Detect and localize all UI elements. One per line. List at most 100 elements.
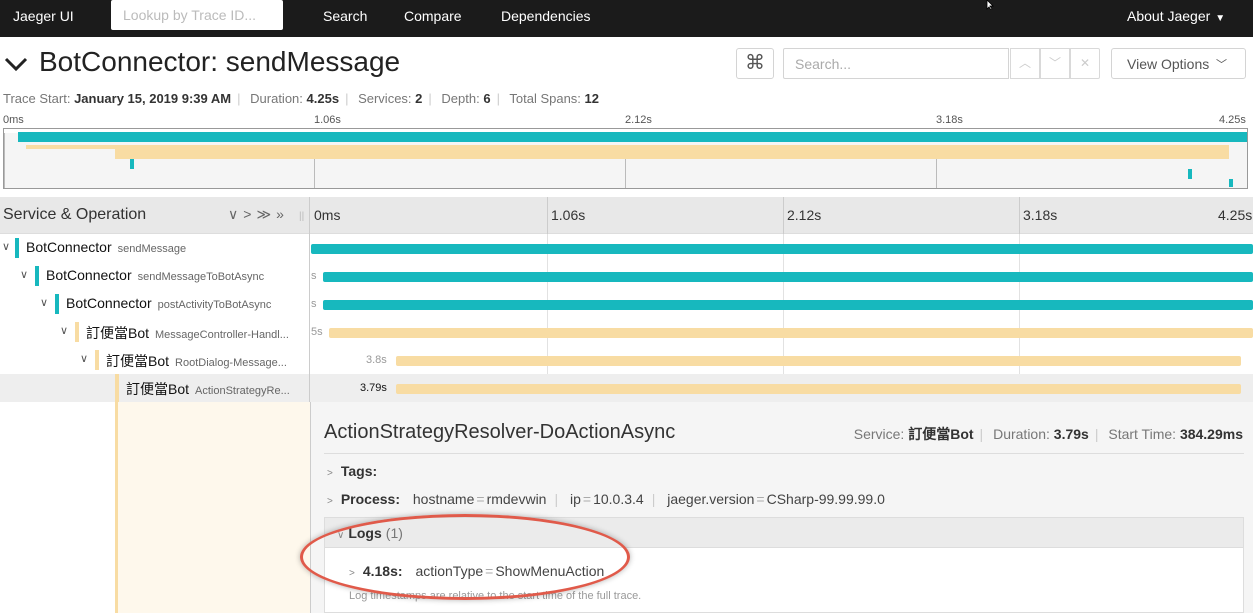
trace-id-lookup-input[interactable]: Lookup by Trace ID... bbox=[111, 0, 283, 30]
divider bbox=[324, 453, 1244, 454]
service-name: 訂便當Bot bbox=[86, 325, 150, 341]
total-spans-value: 12 bbox=[584, 91, 600, 106]
nav-compare-link[interactable]: Compare bbox=[404, 8, 462, 24]
keyboard-shortcuts-button[interactable]: ⌘ bbox=[736, 48, 774, 79]
start-time-value: 384.29ms bbox=[1179, 426, 1243, 442]
span-row[interactable]: ∨ BotConnector sendMessageToBotAsync s bbox=[0, 262, 1253, 290]
chevron-down-icon[interactable]: ∨ bbox=[20, 268, 28, 281]
about-label: About Jaeger bbox=[1127, 8, 1211, 24]
service-label: Service: bbox=[853, 426, 905, 442]
minimap-tick: 3.18s bbox=[936, 114, 963, 126]
chevron-down-icon[interactable]: ∨ bbox=[60, 324, 68, 337]
span-bar[interactable] bbox=[311, 244, 1253, 254]
trace-meta: Trace Start: January 15, 2019 9:39 AM | D… bbox=[3, 91, 599, 106]
process-tags: hostname = rmdevwin | ip = 10.0.3.4 | jaeger.v… bbox=[413, 491, 885, 507]
chevron-up-icon: ︿ bbox=[1018, 56, 1031, 70]
nav-dependencies-link[interactable]: Dependencies bbox=[501, 8, 591, 24]
timeline-tick: 4.25s bbox=[1218, 207, 1253, 223]
minimap-span-mark bbox=[1229, 179, 1233, 187]
view-options-dropdown[interactable]: View Options ﹀ bbox=[1111, 48, 1246, 79]
minimap-tick: 1.06s bbox=[314, 114, 341, 126]
top-nav: Jaeger UI Lookup by Trace ID... Search C… bbox=[0, 0, 1253, 37]
expand-collapse-controls: ∨>≫» bbox=[228, 206, 289, 223]
minimap-span-mark bbox=[130, 159, 134, 169]
services-value: 2 bbox=[415, 91, 423, 106]
timeline-tick: 1.06s bbox=[551, 207, 586, 223]
tags-section-toggle[interactable]: > Tags: bbox=[327, 463, 386, 479]
trace-minimap[interactable] bbox=[3, 128, 1248, 189]
mouse-cursor-icon bbox=[986, 0, 994, 10]
clear-search-button[interactable]: ✕ bbox=[1070, 48, 1100, 79]
tags-label: Tags: bbox=[340, 463, 378, 479]
equals-sign: = bbox=[476, 491, 485, 507]
brand-link[interactable]: Jaeger UI bbox=[13, 8, 74, 24]
service-operation-heading: Service & Operation bbox=[3, 206, 147, 223]
command-key-icon: ⌘ bbox=[745, 52, 765, 74]
span-meta: Service: 訂便當Bot | Duration: 3.79s | Start … bbox=[854, 424, 1243, 444]
timeline-tickline bbox=[1019, 197, 1020, 234]
span-row[interactable]: ∨ BotConnector postActivityToBotAsync s bbox=[0, 290, 1253, 318]
span-bar[interactable] bbox=[323, 300, 1253, 310]
expand-one-icon[interactable]: > bbox=[243, 206, 256, 222]
timeline-header: Service & Operation ∨>≫» || 0ms 1.06s 2.… bbox=[0, 197, 1253, 234]
service-name: BotConnector bbox=[26, 239, 112, 255]
about-jaeger-menu[interactable]: About Jaeger ▼ bbox=[1127, 8, 1225, 24]
span-name[interactable]: 訂便當Bot ActionStrategyRe... bbox=[126, 379, 290, 399]
span-name[interactable]: 訂便當Bot MessageController-Handl... bbox=[86, 323, 289, 343]
chevron-down-icon: ▼ bbox=[1215, 13, 1226, 24]
span-row[interactable]: ∨ BotConnector sendMessage bbox=[0, 234, 1253, 262]
span-duration-label: s bbox=[311, 298, 317, 310]
column-divider bbox=[309, 374, 310, 402]
column-divider bbox=[309, 318, 310, 346]
span-duration-label: 5s bbox=[311, 326, 323, 338]
divider: | bbox=[237, 91, 241, 106]
span-duration-label: 3.79s bbox=[360, 382, 387, 394]
span-bar[interactable] bbox=[329, 328, 1253, 338]
service-color-bar bbox=[15, 238, 19, 258]
column-divider[interactable] bbox=[309, 197, 310, 234]
chevron-right-icon: > bbox=[327, 496, 333, 507]
span-name[interactable]: BotConnector postActivityToBotAsync bbox=[66, 295, 271, 311]
timeline-tick: 2.12s bbox=[787, 207, 822, 223]
process-section-toggle[interactable]: > Process: hostname = rmdevwin | ip = 10.0.3.4… bbox=[327, 491, 885, 507]
service-name: BotConnector bbox=[46, 267, 132, 283]
span-bar[interactable] bbox=[396, 384, 1241, 394]
span-row[interactable]: ∨ 訂便當Bot RootDialog-Message... 3.8s bbox=[0, 346, 1253, 374]
service-name: BotConnector bbox=[66, 295, 152, 311]
expand-all-icon[interactable]: » bbox=[276, 206, 289, 222]
prev-result-button[interactable]: ︿ bbox=[1010, 48, 1040, 79]
collapse-one-icon[interactable]: ∨ bbox=[228, 206, 243, 222]
operation-name: MessageController-Handl... bbox=[155, 329, 289, 341]
operation-name: sendMessageToBotAsync bbox=[137, 271, 265, 283]
collapse-trace-icon[interactable] bbox=[4, 54, 28, 74]
depth-value: 6 bbox=[483, 91, 491, 106]
chevron-down-icon: ﹀ bbox=[1048, 56, 1061, 70]
collapse-all-icon[interactable]: ≫ bbox=[256, 206, 276, 222]
span-name[interactable]: BotConnector sendMessageToBotAsync bbox=[46, 267, 264, 283]
span-bar[interactable] bbox=[396, 356, 1241, 366]
tag-value: rmdevwin bbox=[486, 491, 547, 507]
span-search-input[interactable]: Search... bbox=[783, 48, 1009, 79]
chevron-down-icon[interactable]: ∨ bbox=[2, 240, 10, 253]
tag-key: hostname bbox=[412, 491, 475, 507]
chevron-down-icon[interactable]: ∨ bbox=[80, 352, 88, 365]
next-result-button[interactable]: ﹀ bbox=[1040, 48, 1070, 79]
span-row[interactable]: ∨ 訂便當Bot MessageController-Handl... 5s bbox=[0, 318, 1253, 346]
service-color-bar bbox=[55, 294, 59, 314]
span-name[interactable]: 訂便當Bot RootDialog-Message... bbox=[106, 351, 287, 371]
column-resize-handle[interactable]: || bbox=[299, 211, 304, 222]
divider: | bbox=[651, 491, 656, 507]
nav-search-link[interactable]: Search bbox=[323, 8, 367, 24]
service-name: 訂便當Bot bbox=[126, 381, 190, 397]
minimap-gridline bbox=[4, 129, 5, 188]
timeline-tickline bbox=[547, 197, 548, 234]
timeline-tickline bbox=[783, 197, 784, 234]
span-bar[interactable] bbox=[323, 272, 1253, 282]
chevron-down-icon[interactable]: ∨ bbox=[40, 296, 48, 309]
equals-sign: = bbox=[582, 491, 592, 507]
span-row-selected[interactable]: 訂便當Bot ActionStrategyRe... 3.79s bbox=[0, 374, 1253, 402]
minimap-tick: 0ms bbox=[3, 114, 24, 126]
trace-title: BotConnector: sendMessage bbox=[39, 46, 401, 77]
span-name[interactable]: BotConnector sendMessage bbox=[26, 239, 186, 255]
divider: | bbox=[979, 426, 984, 442]
